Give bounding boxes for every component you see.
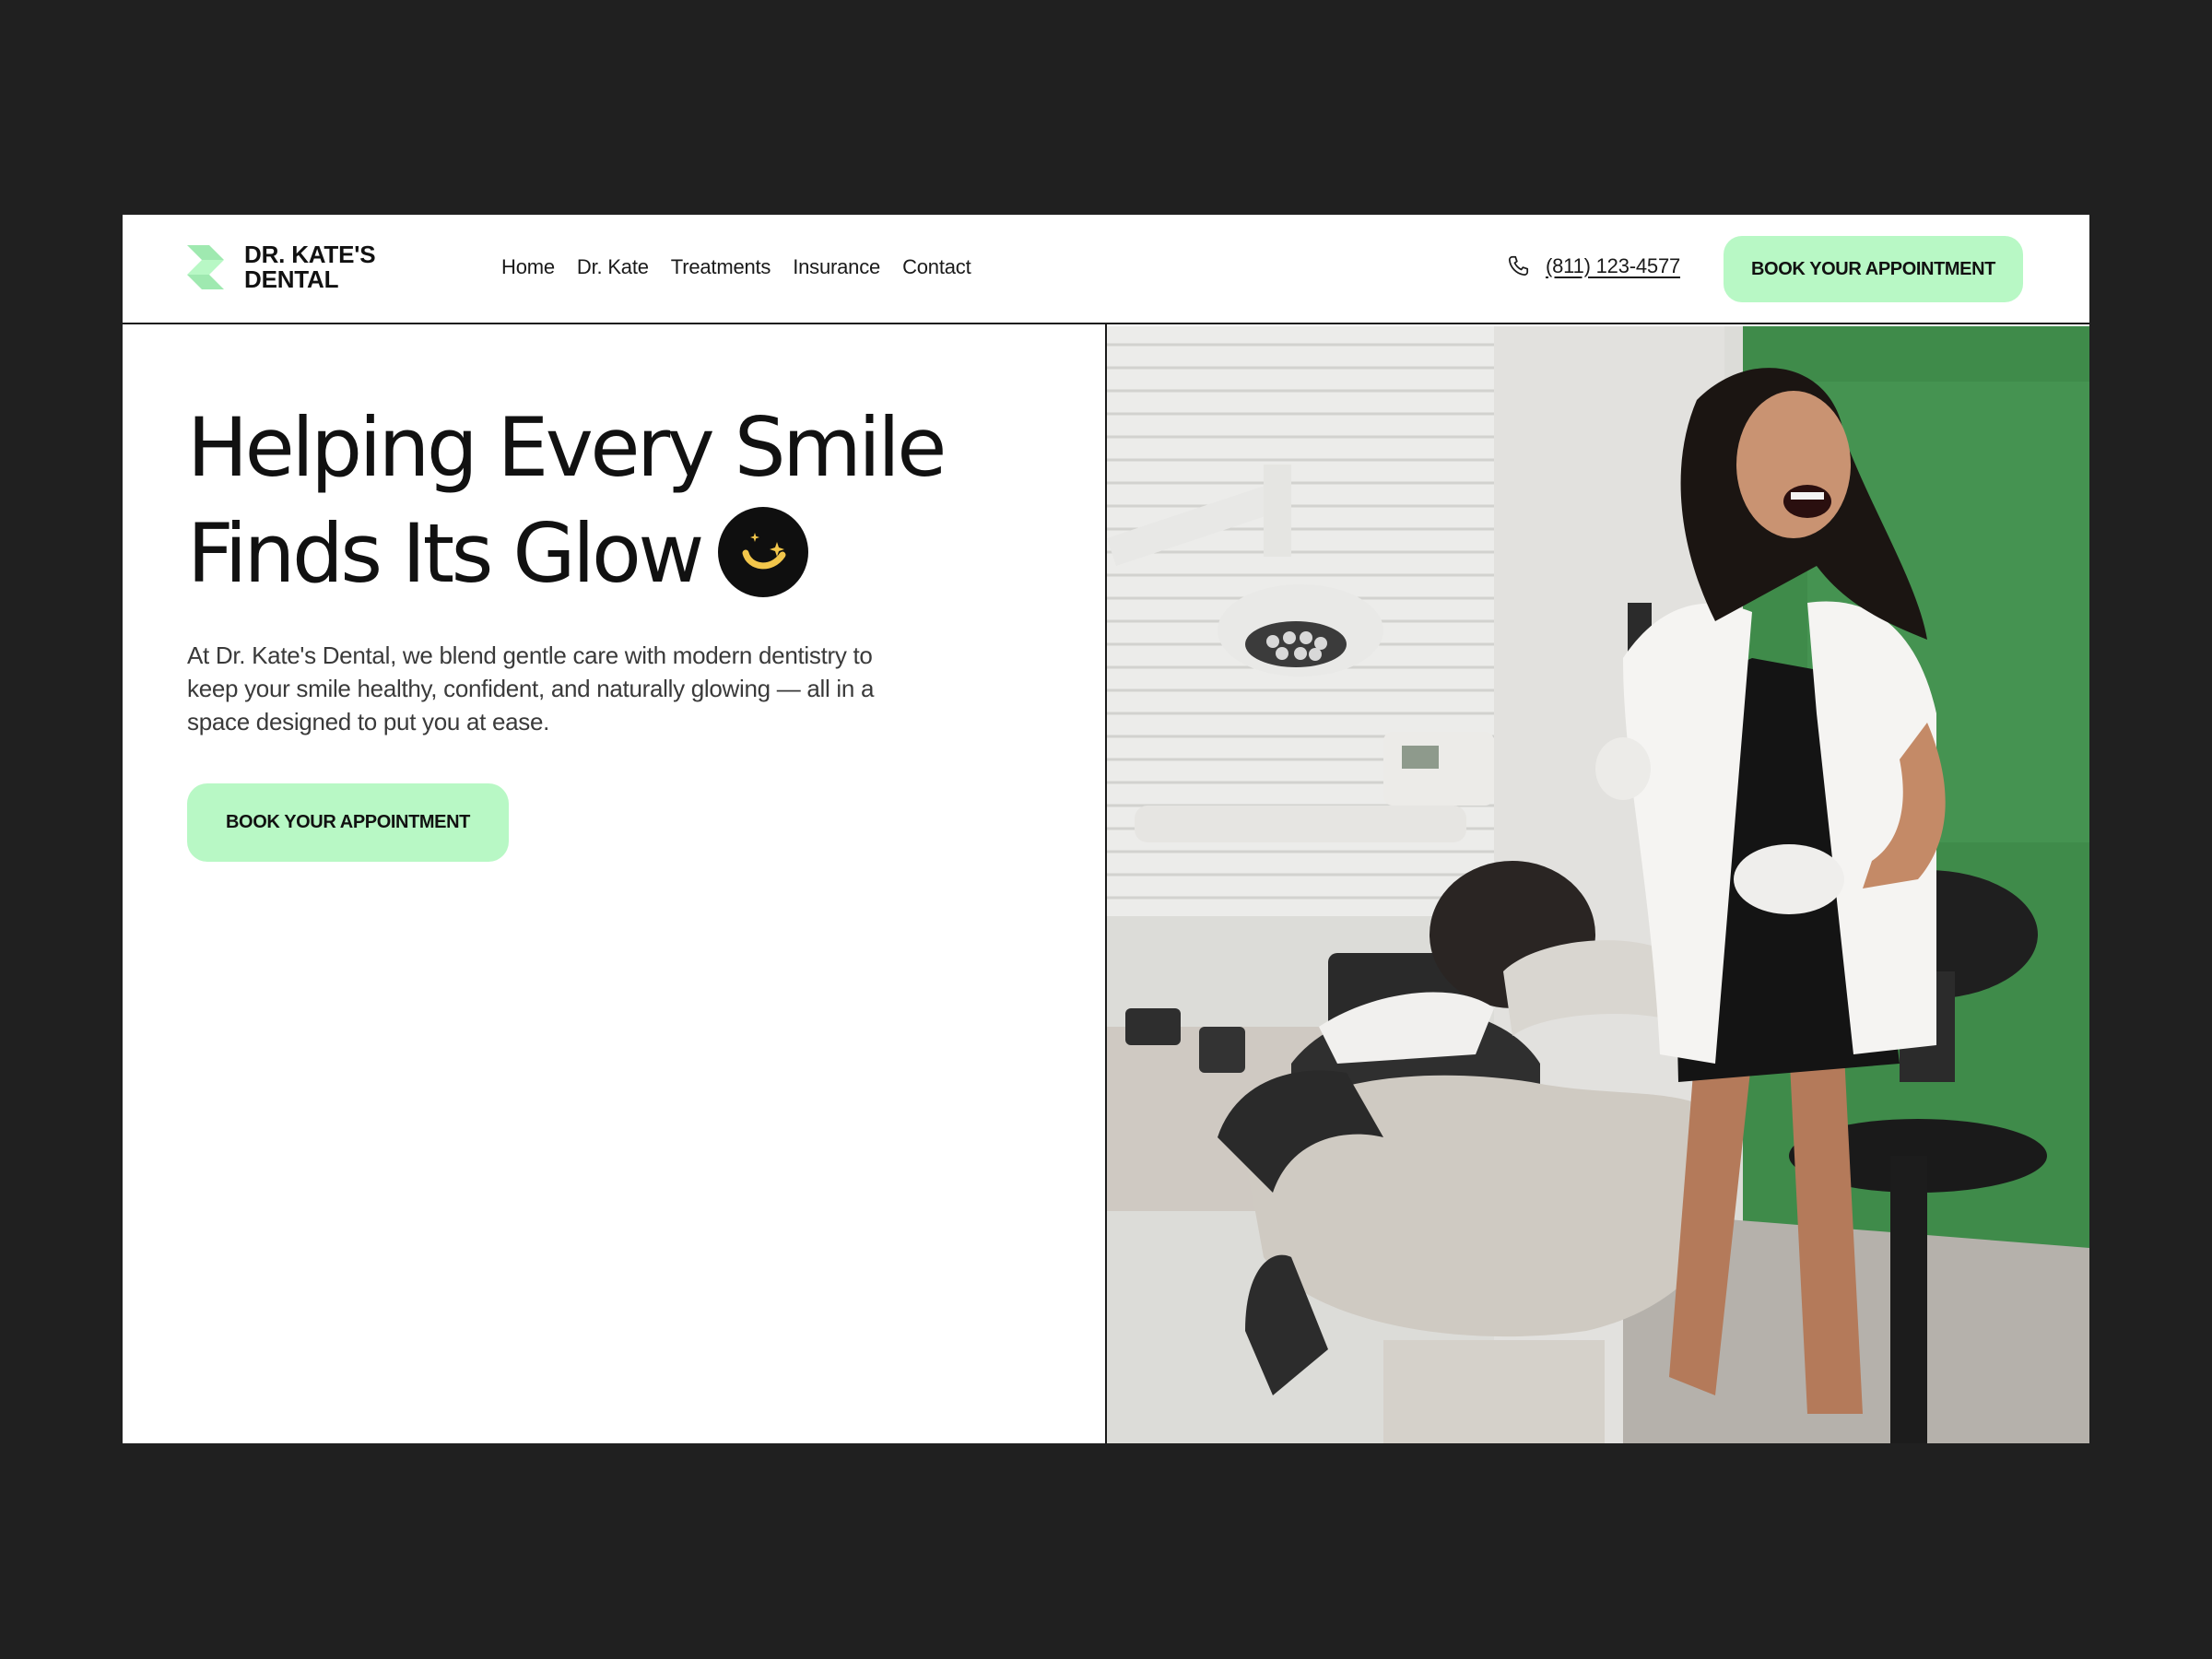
header-book-appointment-button[interactable]: BOOK YOUR APPOINTMENT [1724,236,2023,302]
hero-title-line2-wrap: Finds Its Glow [187,500,1072,606]
hero-title-line1: Helping Every Smile [187,400,947,495]
brand-name-line2: DENTAL [244,265,339,293]
sparkle-smile-icon [717,507,808,598]
hero-title-line2: Finds Its Glow [187,506,704,601]
hero-description: At Dr. Kate's Dental, we blend gentle ca… [187,641,875,735]
hero-book-appointment-button[interactable]: BOOK YOUR APPOINTMENT [187,783,509,862]
nav-item-dr-kate[interactable]: Dr. Kate [577,255,649,279]
page-frame: DR. KATE'S DENTAL Home Dr. Kate Treatmen… [123,215,2089,1443]
nav-item-contact[interactable]: Contact [902,255,971,279]
nav-item-insurance[interactable]: Insurance [793,255,880,279]
nav-item-home[interactable]: Home [501,255,555,279]
brand-name: DR. KATE'S DENTAL [244,241,376,293]
brand-name-line1: DR. KATE'S [244,241,376,268]
phone-link[interactable]: (811) 123-4577 [1546,254,1680,278]
brand-logo[interactable]: DR. KATE'S DENTAL [187,241,376,293]
phone-contact: (811) 123-4577 [1507,254,1680,278]
main-nav: Home Dr. Kate Treatments Insurance Conta… [501,255,971,279]
site-header: DR. KATE'S DENTAL Home Dr. Kate Treatmen… [123,215,2089,324]
phone-icon [1508,255,1529,276]
dentist-with-patient-photo [1107,326,2089,1443]
nav-item-treatments[interactable]: Treatments [671,255,771,279]
stacked-chevron-icon [187,245,224,289]
hero-title: Helping Every Smile Finds Its Glow [187,394,1072,606]
